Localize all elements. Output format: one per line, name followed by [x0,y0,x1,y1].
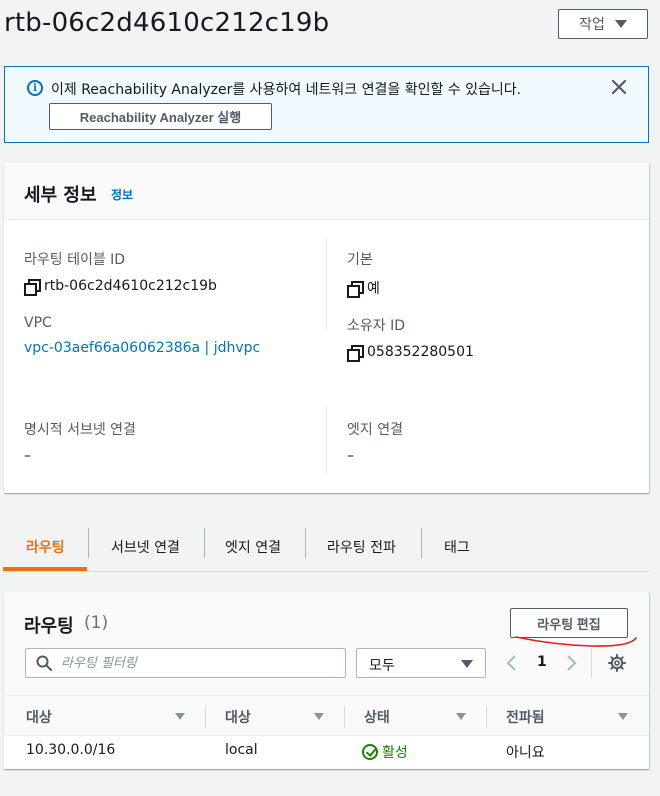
field-value: rtb-06c2d4610c212c19b [24,278,217,296]
search-icon [36,655,52,671]
tab-divider [421,528,422,558]
field-value: 예 [347,278,380,298]
tab-bar: 라우팅 서브넷 연결 엣지 연결 라우팅 전파 태그 [4,522,649,572]
field-value: – [347,448,354,464]
column-header-propagated[interactable]: 전파됨 [506,696,545,737]
route-table-id-value: rtb-06c2d4610c212c19b [44,278,217,294]
active-tab-indicator [3,567,87,571]
field-label: 명시적 서브넷 연결 [24,422,136,438]
tab-divider [204,528,205,558]
main-value: 예 [367,281,380,297]
route-status-cell: 활성 [362,742,408,762]
caret-down-icon [461,660,473,668]
owner-id-field: 소유자 ID 058352280501 [347,315,474,362]
caret-down-icon [614,20,627,28]
run-reachability-analyzer-button[interactable]: Reachability Analyzer 실행 [49,103,272,130]
pager-divider [591,648,592,678]
filter-select-value: 모두 [369,658,395,674]
field-value: 058352280501 [347,344,474,362]
banner-text: 이제 Reachability Analyzer를 사용하여 네트워크 연결을 … [51,82,522,98]
tab-divider [305,528,306,558]
column-divider [486,706,487,728]
tab-routes[interactable]: 라우팅 [26,522,65,572]
routes-table-header: 대상 대상 상태 전파됨 [4,695,649,736]
tab-divider [88,528,89,558]
chevron-right-icon[interactable] [564,654,578,672]
close-icon[interactable] [609,77,629,97]
route-filter-input[interactable] [61,649,341,677]
reachability-info-banner: i 이제 Reachability Analyzer를 사용하여 네트워크 연결… [4,66,649,143]
field-label: 소유자 ID [347,318,405,334]
field-label: VPC [24,315,52,331]
info-icon: i [27,80,43,96]
route-target-cell: local [225,742,258,758]
column-divider [326,407,327,473]
column-divider [326,239,327,329]
route-status-label: 활성 [382,745,408,761]
sort-caret-icon[interactable] [618,713,628,720]
page-title: rtb-06c2d4610c212c19b [4,8,330,38]
red-underline-annotation [515,636,637,647]
field-label: 라우팅 테이블 ID [24,252,126,268]
route-table-id-field: 라우팅 테이블 ID rtb-06c2d4610c212c19b [24,249,217,296]
actions-label: 작업 [579,16,605,32]
vpc-field: VPC vpc-03aef66a06062386a | jdhvpc [24,315,260,356]
edge-associations-field: 엣지 연결 – [347,419,403,464]
details-title: 세부 정보 [24,185,97,206]
copy-icon[interactable] [24,279,41,296]
column-header-status[interactable]: 상태 [364,696,390,737]
routes-header: 라우팅 (1) 라우팅 편집 모두 1 [4,592,649,695]
route-destination-cell: 10.30.0.0/16 [26,742,116,758]
explicit-subnet-associations-field: 명시적 서브넷 연결 – [24,419,136,464]
vpc-link[interactable]: vpc-03aef66a06062386a | jdhvpc [24,340,260,356]
copy-icon[interactable] [347,281,364,298]
field-label: 기본 [347,252,373,268]
sort-caret-icon[interactable] [314,713,324,720]
tab-route-propagation[interactable]: 라우팅 전파 [327,522,396,572]
sort-caret-icon[interactable] [175,713,185,720]
tab-subnet-associations[interactable]: 서브넷 연결 [111,522,180,572]
column-divider [344,706,345,728]
gear-icon[interactable] [608,654,626,672]
tab-edge-associations[interactable]: 엣지 연결 [225,522,281,572]
copy-icon[interactable] [347,345,364,362]
column-divider [205,706,206,728]
actions-dropdown-button[interactable]: 작업 [558,9,648,39]
details-info-link[interactable]: 정보 [111,186,133,203]
filter-select[interactable]: 모두 [356,648,486,678]
routes-count: (1) [84,613,109,633]
field-label: 엣지 연결 [347,422,403,438]
owner-id-value: 058352280501 [367,344,474,360]
check-circle-icon [362,744,378,760]
route-filter-field[interactable] [25,648,346,678]
routes-title: 라우팅 [24,616,74,637]
main-field: 기본 예 [347,249,380,298]
chevron-left-icon[interactable] [505,654,519,672]
sort-caret-icon[interactable] [456,713,466,720]
route-propagated-cell: 아니요 [506,745,545,761]
routes-panel: 라우팅 (1) 라우팅 편집 모두 1 [4,592,649,769]
current-page[interactable]: 1 [537,654,547,670]
column-header-target[interactable]: 대상 [225,696,251,737]
column-header-destination[interactable]: 대상 [26,696,52,737]
details-header: 세부 정보 정보 [4,163,649,220]
details-panel: 세부 정보 정보 라우팅 테이블 ID rtb-06c2d4610c212c19… [4,163,649,493]
tab-tags[interactable]: 태그 [444,522,470,572]
field-value: – [24,448,31,464]
